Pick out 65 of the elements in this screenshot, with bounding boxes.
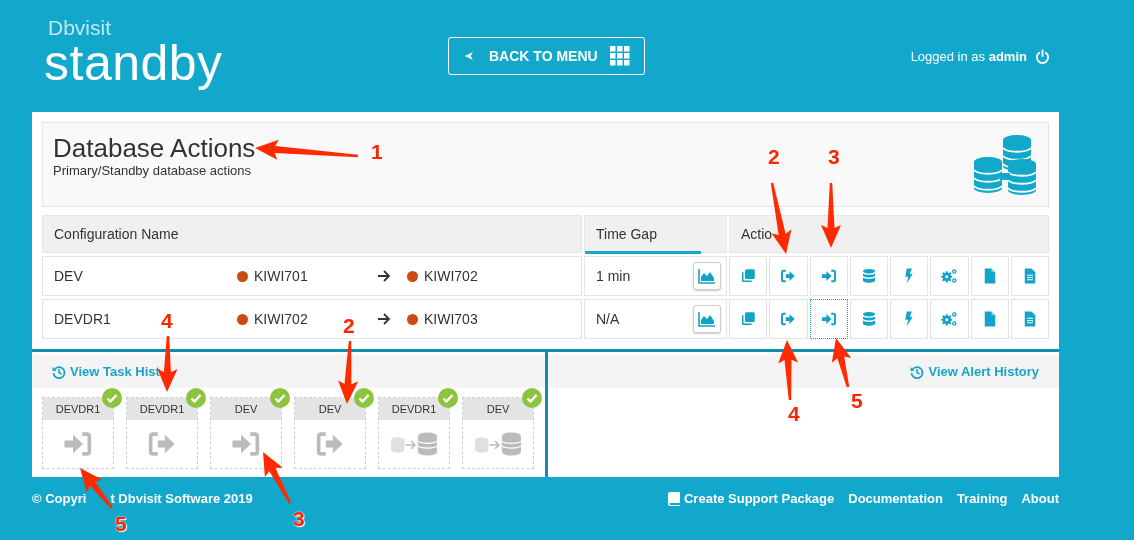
annotation-number: 5 <box>851 390 863 412</box>
grid-icon <box>609 46 630 66</box>
annotation-arrow <box>263 452 292 504</box>
copy-icon <box>739 267 758 285</box>
standby-database: KIWI702 <box>424 268 478 284</box>
task-label: DEV <box>295 398 365 420</box>
column-header[interactable]: Actio <box>729 215 1049 253</box>
page-title: Database Actions <box>53 133 256 163</box>
column-header[interactable]: Time Gap <box>584 215 727 253</box>
annotation-number: 3 <box>828 146 840 168</box>
copy-icon <box>739 310 758 328</box>
gears-icon <box>940 267 959 285</box>
time-gap: 1 min <box>596 268 631 284</box>
primary-database: KIWI701 <box>254 268 308 284</box>
book-icon <box>668 491 680 506</box>
area-chart-icon <box>698 311 716 327</box>
annotation-arrow <box>831 338 852 388</box>
configuration-name: DEVDR1 <box>54 311 111 327</box>
task-card[interactable]: DEVDR1 <box>42 397 114 469</box>
enter-icon <box>819 267 838 285</box>
annotation-arrow <box>770 182 792 254</box>
annotation-number: 2 <box>343 315 355 337</box>
area-chart-icon <box>698 268 716 284</box>
annotation-arrow <box>821 183 841 248</box>
arrow-right-icon <box>377 269 391 283</box>
annotation-arrow <box>338 340 359 404</box>
annotation-number: 4 <box>788 403 800 425</box>
configuration-name: DEV <box>54 268 83 284</box>
power-icon[interactable] <box>1035 48 1050 64</box>
task-card[interactable]: DEV <box>294 397 366 469</box>
page-subtitle: Primary/Standby database actions <box>53 163 252 178</box>
task-card[interactable]: DEV <box>462 397 534 469</box>
task-card[interactable]: DEVDR1 <box>126 397 198 469</box>
annotation-number: 2 <box>768 146 780 168</box>
annotation-number: 4 <box>161 310 173 332</box>
database-transfer-icon <box>474 431 522 457</box>
history-icon <box>52 364 66 379</box>
chart-button[interactable] <box>693 305 721 333</box>
task-card[interactable]: DEVDR1 <box>378 397 450 469</box>
history-icon <box>910 364 925 379</box>
chart-button[interactable] <box>693 262 721 290</box>
column-header[interactable]: Configuration Name <box>42 215 582 253</box>
annotation-arrow <box>778 340 799 401</box>
task-label: DEV <box>211 398 281 420</box>
copyright-text: © Copyri <box>32 491 87 506</box>
database-transfer-icon <box>390 431 438 457</box>
time-gap: N/A <box>596 311 620 327</box>
caret-icon <box>465 52 473 60</box>
annotation-number: 5 <box>115 513 127 535</box>
logo-subtitle: Dbvisit <box>48 18 112 38</box>
primary-database: KIWI702 <box>254 311 308 327</box>
task-label: DEV <box>463 398 533 420</box>
copyright-text: t Dbvisit Software 2019 <box>110 491 253 506</box>
task-label: DEVDR1 <box>43 398 113 420</box>
gears-icon <box>940 310 959 328</box>
annotation-number: 3 <box>293 508 305 530</box>
enter-icon <box>819 310 838 328</box>
logo-title: standby <box>44 38 224 88</box>
annotation-number: 1 <box>371 141 383 163</box>
login-status: Logged in as admin <box>910 48 1027 64</box>
action-button[interactable] <box>809 299 848 339</box>
arrow-right-icon <box>377 312 391 326</box>
task-label: DEVDR1 <box>379 398 449 420</box>
task-label: DEVDR1 <box>127 398 197 420</box>
standby-database: KIWI703 <box>424 311 478 327</box>
